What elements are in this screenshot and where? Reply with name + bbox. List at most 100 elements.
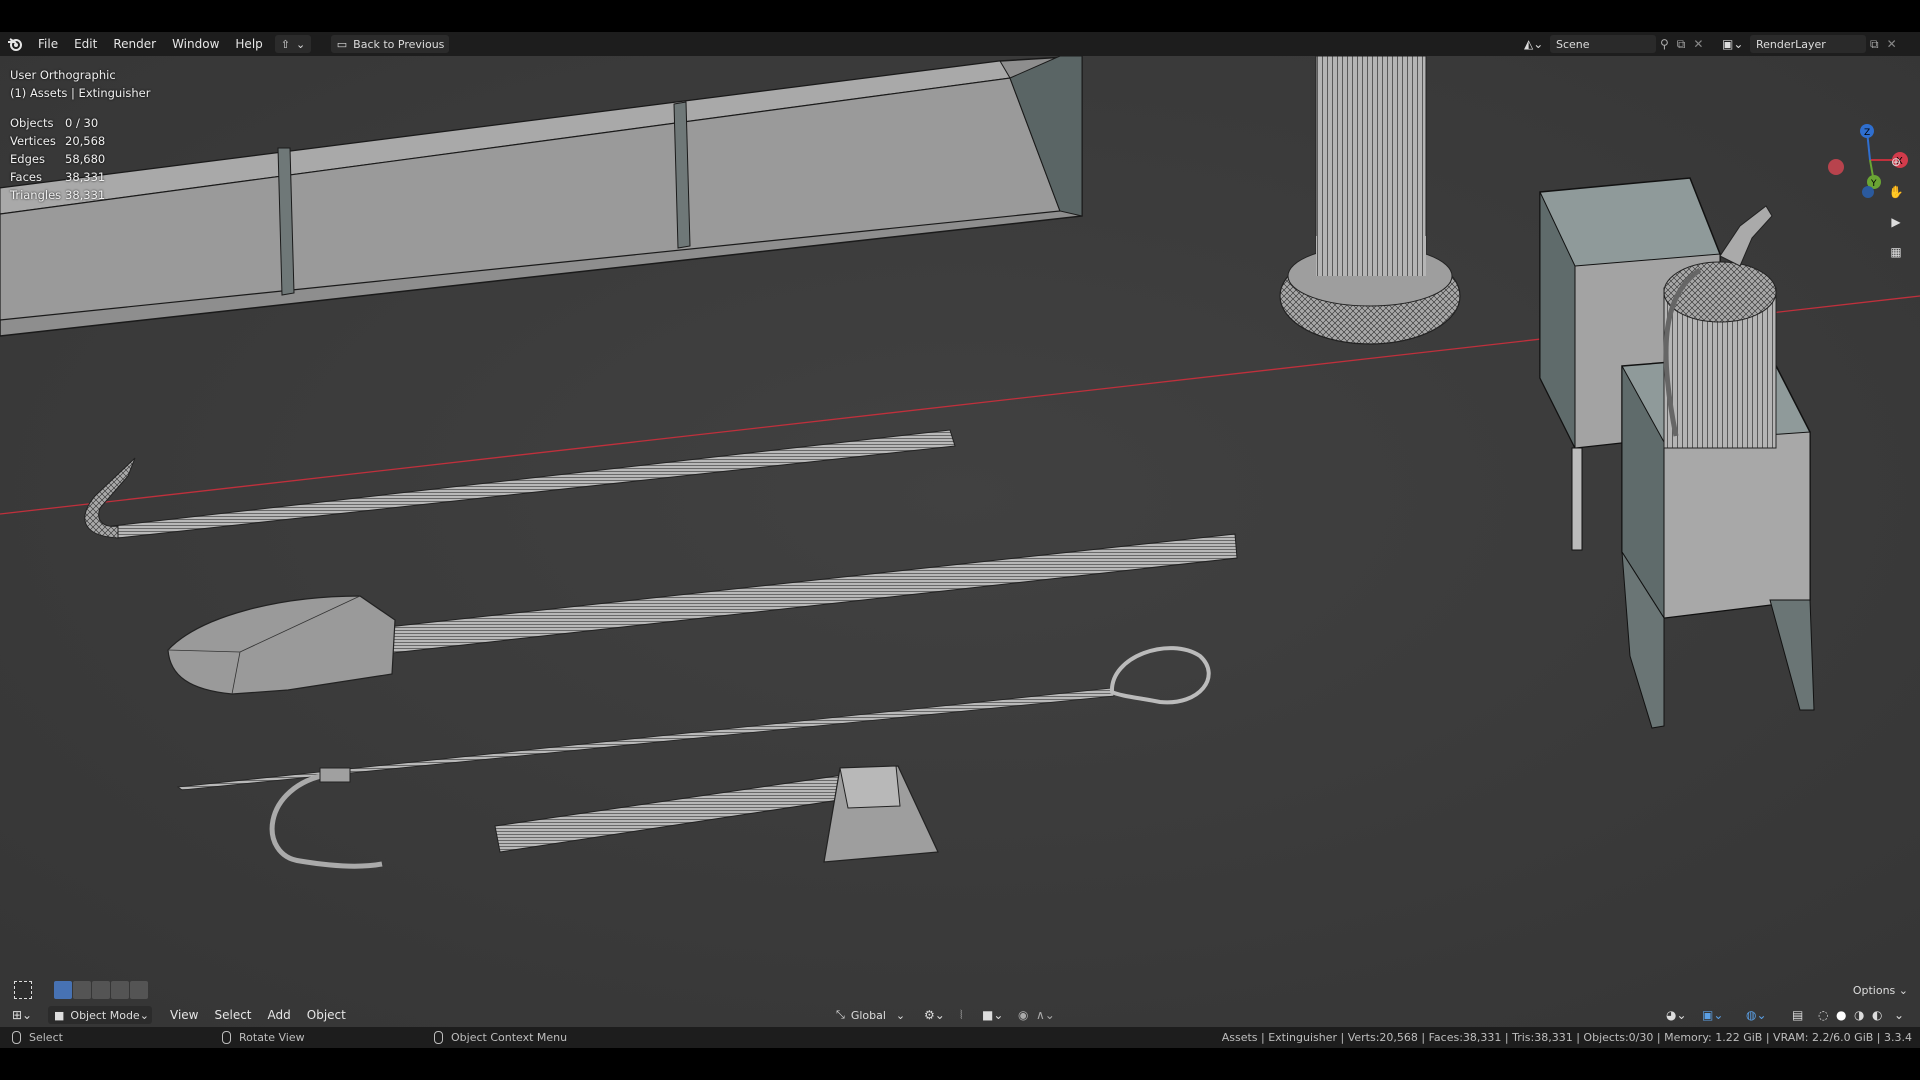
orientation-label: Global: [850, 1008, 886, 1022]
menu-edit[interactable]: Edit: [66, 32, 105, 56]
snap-target-icon[interactable]: ■⌄: [982, 1008, 1003, 1022]
scene-name: Scene: [1556, 37, 1590, 51]
context-hint-label: Object Context Menu: [451, 1031, 568, 1044]
rotate-hint-label: Rotate View: [239, 1031, 305, 1044]
transform-orientation-dropdown[interactable]: ⤡ Global ⌄: [836, 1008, 905, 1022]
neg-x-axis-handle: [1828, 159, 1844, 175]
xray-icon[interactable]: ▤: [1792, 1008, 1803, 1022]
stat-row: Triangles 38,331: [10, 186, 105, 204]
scene-statistics: Objects 0 / 30 Vertices 20,568 Edges 58,680…: [10, 114, 105, 204]
menu-object[interactable]: Object: [299, 1008, 354, 1022]
gizmo-toggle-icon[interactable]: ▣⌄: [1702, 1008, 1723, 1022]
wireframe-shading-icon[interactable]: ◌: [1818, 1008, 1828, 1022]
mode-new-selection-button[interactable]: [54, 981, 72, 999]
blender-logo-icon[interactable]: [0, 32, 30, 56]
orientation-icon: ⤡: [836, 1008, 845, 1021]
zoom-icon[interactable]: ⊕: [1884, 150, 1908, 174]
menu-window[interactable]: Window: [164, 32, 227, 56]
stat-value: 38,331: [65, 188, 106, 202]
scene-icon[interactable]: ◭⌄: [1524, 37, 1550, 51]
select-hint-label: Select: [29, 1031, 63, 1044]
back-to-previous-label: Back to Previous: [353, 37, 445, 51]
stat-label: Vertices: [10, 134, 56, 148]
stat-value: 58,680: [65, 152, 106, 166]
menu-help[interactable]: Help: [227, 32, 270, 56]
visibility-icon[interactable]: ◕⌄: [1666, 1008, 1687, 1022]
camera-icon[interactable]: ▶: [1884, 210, 1908, 234]
chevron-down-icon: ⌄: [139, 1008, 149, 1022]
mode-intersect-selection-button[interactable]: [130, 981, 148, 999]
options-dropdown[interactable]: Options ⌄: [1853, 984, 1908, 997]
editor-type-icon[interactable]: ⊞⌄: [12, 1008, 38, 1022]
viewport-header: ⊞⌄ ■ Object Mode ⌄ View Select Add Objec…: [0, 1003, 1920, 1027]
menu-select[interactable]: Select: [206, 1008, 259, 1022]
workspace-dropdown[interactable]: ⇧ ⌄: [274, 35, 311, 53]
chevron-down-icon: ⌄: [295, 37, 306, 51]
stat-row: Objects 0 / 30: [10, 114, 105, 132]
scene-field[interactable]: Scene: [1550, 35, 1656, 53]
status-bar: Select Rotate View Object Context Menu A…: [0, 1027, 1920, 1048]
rotate-hint: Rotate View: [222, 1031, 305, 1044]
menu-render[interactable]: Render: [105, 32, 164, 56]
delete-layer-icon[interactable]: ✕: [1887, 37, 1897, 51]
material-shading-icon[interactable]: ◑: [1854, 1008, 1864, 1022]
stat-row: Edges 58,680: [10, 150, 105, 168]
mode-label: Object Mode: [70, 1008, 140, 1022]
options-label: Options: [1852, 983, 1896, 997]
back-to-previous-button[interactable]: ▭ Back to Previous: [330, 35, 449, 53]
stat-label: Triangles: [10, 188, 62, 202]
back-icon: ▭: [336, 37, 348, 51]
new-scene-icon[interactable]: ⧉: [1677, 37, 1686, 52]
overlay-toggle-icon[interactable]: ◍⌄: [1746, 1008, 1767, 1022]
menu-add[interactable]: Add: [260, 1008, 299, 1022]
snap-icon[interactable]: ⦚: [960, 1008, 963, 1023]
select-box-tool-icon[interactable]: [14, 981, 32, 999]
render-layer-icon[interactable]: ▣⌄: [1722, 37, 1750, 51]
mode-invert-selection-button[interactable]: [111, 981, 129, 999]
select-hint: Select: [12, 1031, 63, 1044]
new-layer-icon[interactable]: ⧉: [1870, 37, 1879, 52]
scene-info: Assets | Extinguisher | Verts:20,568 | F…: [1221, 1031, 1912, 1044]
pin-icon[interactable]: ⚲: [1660, 37, 1669, 51]
falloff-icon[interactable]: ∧⌄: [1036, 1008, 1055, 1022]
mode-dropdown[interactable]: ■ Object Mode ⌄: [48, 1006, 152, 1024]
render-layer-name: RenderLayer: [1756, 37, 1826, 51]
shading-options-icon[interactable]: ⌄: [1894, 1008, 1904, 1022]
solid-shading-icon[interactable]: ●: [1836, 1008, 1846, 1022]
stat-row: Faces 38,331: [10, 168, 105, 186]
mouse-right-icon: [434, 1031, 443, 1044]
tool-settings-row: Options ⌄: [0, 980, 1920, 1000]
z-axis-label: Z: [1864, 128, 1870, 138]
3d-viewport[interactable]: X Z Y User Orthographic (1) Assets | Ext…: [0, 56, 1920, 1032]
top-bar: File Edit Render Window Help ⇧ ⌄ ▭ Back t…: [0, 32, 1920, 56]
stat-label: Faces: [10, 170, 42, 184]
stat-label: Objects: [10, 116, 54, 130]
scene-render[interactable]: X Z Y: [0, 56, 1920, 1032]
render-layer-field[interactable]: RenderLayer: [1750, 35, 1866, 53]
chevron-down-icon: ⌄: [895, 1008, 906, 1022]
stat-value: 38,331: [65, 170, 106, 184]
mode-extend-selection-button[interactable]: [73, 981, 91, 999]
object-mode-icon: ■: [54, 1008, 65, 1022]
view-name: User Orthographic: [10, 68, 116, 82]
collection-label: (1) Assets | Extinguisher: [10, 86, 151, 100]
mouse-middle-icon: [222, 1031, 231, 1044]
stat-label: Edges: [10, 152, 45, 166]
pan-hand-icon[interactable]: ✋: [1884, 180, 1908, 204]
y-axis-label: Y: [1870, 179, 1877, 189]
menu-file[interactable]: File: [30, 32, 66, 56]
upload-icon: ⇧: [280, 37, 290, 51]
mode-subtract-selection-button[interactable]: [92, 981, 110, 999]
delete-scene-icon[interactable]: ✕: [1693, 37, 1703, 51]
navigation-buttons: ⊕ ✋ ▶ ▦: [1884, 150, 1908, 264]
menu-view[interactable]: View: [162, 1008, 206, 1022]
proportional-edit-icon[interactable]: ◉: [1018, 1008, 1028, 1022]
stat-value: 0 / 30: [65, 116, 99, 130]
pivot-icon[interactable]: ⚙⌄: [924, 1008, 945, 1022]
rendered-shading-icon[interactable]: ◐: [1872, 1008, 1882, 1022]
mouse-left-icon: [12, 1031, 21, 1044]
context-menu-hint: Object Context Menu: [434, 1031, 567, 1044]
stat-value: 20,568: [65, 134, 106, 148]
grid-icon[interactable]: ▦: [1884, 240, 1908, 264]
stat-row: Vertices 20,568: [10, 132, 105, 150]
